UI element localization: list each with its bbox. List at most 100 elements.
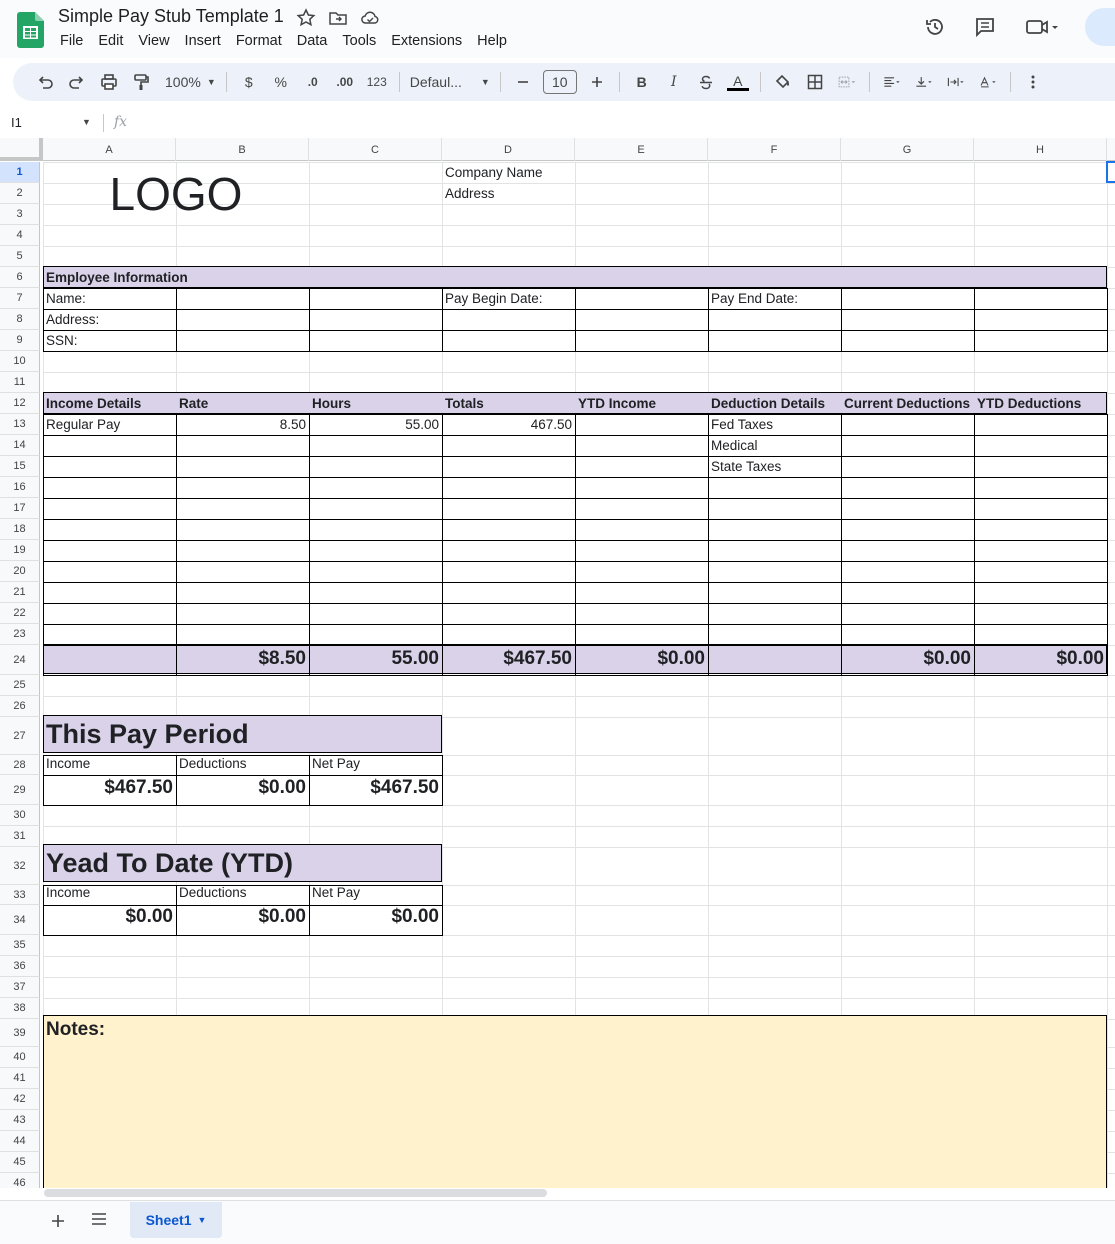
header-ytd-deductions[interactable]: YTD Deductions: [974, 393, 1084, 414]
row-header-28[interactable]: 28: [0, 755, 40, 775]
row-header-1[interactable]: 1: [0, 162, 40, 183]
tab-sheet1[interactable]: Sheet1 ▼: [130, 1202, 222, 1238]
document-title[interactable]: Simple Pay Stub Template 1: [58, 6, 284, 27]
deduction-fed-taxes[interactable]: Fed Taxes: [708, 414, 776, 435]
row-header-2[interactable]: 2: [0, 183, 40, 204]
fill-color-button[interactable]: [771, 68, 795, 96]
this-period-income-label[interactable]: Income: [43, 753, 93, 773]
ytd-deductions-value[interactable]: $0.00: [176, 902, 309, 932]
row-header-8[interactable]: 8: [0, 309, 40, 330]
header-current-deductions[interactable]: Current Deductions: [841, 393, 973, 414]
column-header-g[interactable]: G: [841, 138, 974, 161]
menu-data[interactable]: Data: [297, 33, 328, 49]
horizontal-scrollbar[interactable]: [44, 1189, 547, 1197]
row-header-34[interactable]: 34: [0, 905, 40, 935]
name-box[interactable]: I1: [11, 115, 22, 130]
currency-format-button[interactable]: $: [237, 68, 261, 96]
header-deduction-details[interactable]: Deduction Details: [708, 393, 828, 414]
regular-pay-label[interactable]: Regular Pay: [43, 414, 123, 435]
column-header-e[interactable]: E: [575, 138, 708, 161]
row-header-41[interactable]: 41: [0, 1068, 40, 1089]
ytd-title[interactable]: Yead To Date (YTD): [43, 844, 296, 882]
increase-font-size-button[interactable]: [585, 68, 609, 96]
name-label[interactable]: Name:: [43, 288, 89, 309]
ssn-label[interactable]: SSN:: [43, 330, 81, 351]
menu-insert[interactable]: Insert: [185, 33, 221, 49]
percent-format-button[interactable]: %: [269, 68, 293, 96]
hours-value[interactable]: 55.00: [309, 414, 442, 435]
decrease-font-size-button[interactable]: [511, 68, 535, 96]
row-header-22[interactable]: 22: [0, 603, 40, 624]
ytd-netpay-value[interactable]: $0.00: [309, 902, 442, 932]
row-header-43[interactable]: 43: [0, 1110, 40, 1131]
row-header-29[interactable]: 29: [0, 775, 40, 805]
horizontal-align-button[interactable]: [880, 68, 904, 96]
row-header-46[interactable]: 46: [0, 1173, 40, 1188]
company-name[interactable]: Company Name: [442, 162, 546, 183]
row-header-44[interactable]: 44: [0, 1131, 40, 1152]
increase-decimal-button[interactable]: .00: [333, 68, 357, 96]
row-header-20[interactable]: 20: [0, 561, 40, 582]
row-header-45[interactable]: 45: [0, 1152, 40, 1173]
merge-cells-button[interactable]: [835, 68, 859, 96]
column-header-d[interactable]: D: [442, 138, 575, 161]
row-header-7[interactable]: 7: [0, 288, 40, 309]
font-family-select[interactable]: Defaul... ▼: [410, 68, 490, 96]
bold-button[interactable]: B: [630, 68, 654, 96]
move-folder-icon[interactable]: [328, 8, 348, 28]
row-header-9[interactable]: 9: [0, 330, 40, 351]
row-header-24[interactable]: 24: [0, 645, 40, 675]
row-header-42[interactable]: 42: [0, 1089, 40, 1110]
row-header-6[interactable]: 6: [0, 267, 40, 288]
deduction-state-taxes[interactable]: State Taxes: [708, 456, 784, 477]
menu-file[interactable]: File: [60, 33, 83, 49]
row-header-33[interactable]: 33: [0, 885, 40, 905]
row-header-35[interactable]: 35: [0, 935, 40, 956]
star-icon[interactable]: [296, 8, 316, 28]
row-header-37[interactable]: 37: [0, 977, 40, 998]
total-hours[interactable]: 55.00: [309, 644, 442, 674]
row-header-40[interactable]: 40: [0, 1047, 40, 1068]
ytd-income-label[interactable]: Income: [43, 882, 93, 902]
this-period-netpay-label[interactable]: Net Pay: [309, 753, 363, 773]
row-header-39[interactable]: 39: [0, 1019, 40, 1047]
address-label[interactable]: Address:: [43, 309, 102, 330]
rate-value[interactable]: 8.50: [176, 414, 309, 435]
share-avatar[interactable]: [1085, 8, 1115, 46]
pay-end-label[interactable]: Pay End Date:: [708, 288, 801, 309]
row-header-12[interactable]: 12: [0, 393, 40, 414]
strikethrough-button[interactable]: [694, 68, 718, 96]
row-header-31[interactable]: 31: [0, 826, 40, 847]
ytd-netpay-label[interactable]: Net Pay: [309, 882, 363, 902]
column-header-h[interactable]: H: [974, 138, 1107, 161]
row-header-19[interactable]: 19: [0, 540, 40, 561]
row-header-23[interactable]: 23: [0, 624, 40, 645]
total-totals[interactable]: $467.50: [442, 644, 575, 674]
row-header-26[interactable]: 26: [0, 696, 40, 717]
row-header-17[interactable]: 17: [0, 498, 40, 519]
italic-button[interactable]: I: [662, 68, 686, 96]
text-color-button[interactable]: A: [726, 68, 750, 96]
undo-button[interactable]: [33, 68, 57, 96]
all-sheets-button[interactable]: [90, 1211, 108, 1232]
row-header-5[interactable]: 5: [0, 246, 40, 267]
select-all-corner[interactable]: [0, 138, 43, 161]
company-address[interactable]: Address: [442, 183, 498, 204]
row-header-18[interactable]: 18: [0, 519, 40, 540]
more-options-button[interactable]: [1021, 68, 1045, 96]
this-period-deductions-label[interactable]: Deductions: [176, 753, 250, 773]
row-header-30[interactable]: 30: [0, 805, 40, 826]
menu-view[interactable]: View: [138, 33, 169, 49]
row-header-13[interactable]: 13: [0, 414, 40, 435]
total-value[interactable]: 467.50: [442, 414, 575, 435]
sheets-logo-icon[interactable]: [17, 12, 44, 48]
this-period-title[interactable]: This Pay Period: [43, 715, 252, 753]
vertical-align-button[interactable]: [912, 68, 936, 96]
redo-button[interactable]: [65, 68, 89, 96]
menu-help[interactable]: Help: [477, 33, 507, 49]
print-button[interactable]: [97, 68, 121, 96]
this-period-income-value[interactable]: $467.50: [43, 773, 176, 803]
total-current-deductions[interactable]: $0.00: [841, 644, 974, 674]
ytd-deductions-label[interactable]: Deductions: [176, 882, 250, 902]
row-header-38[interactable]: 38: [0, 998, 40, 1019]
